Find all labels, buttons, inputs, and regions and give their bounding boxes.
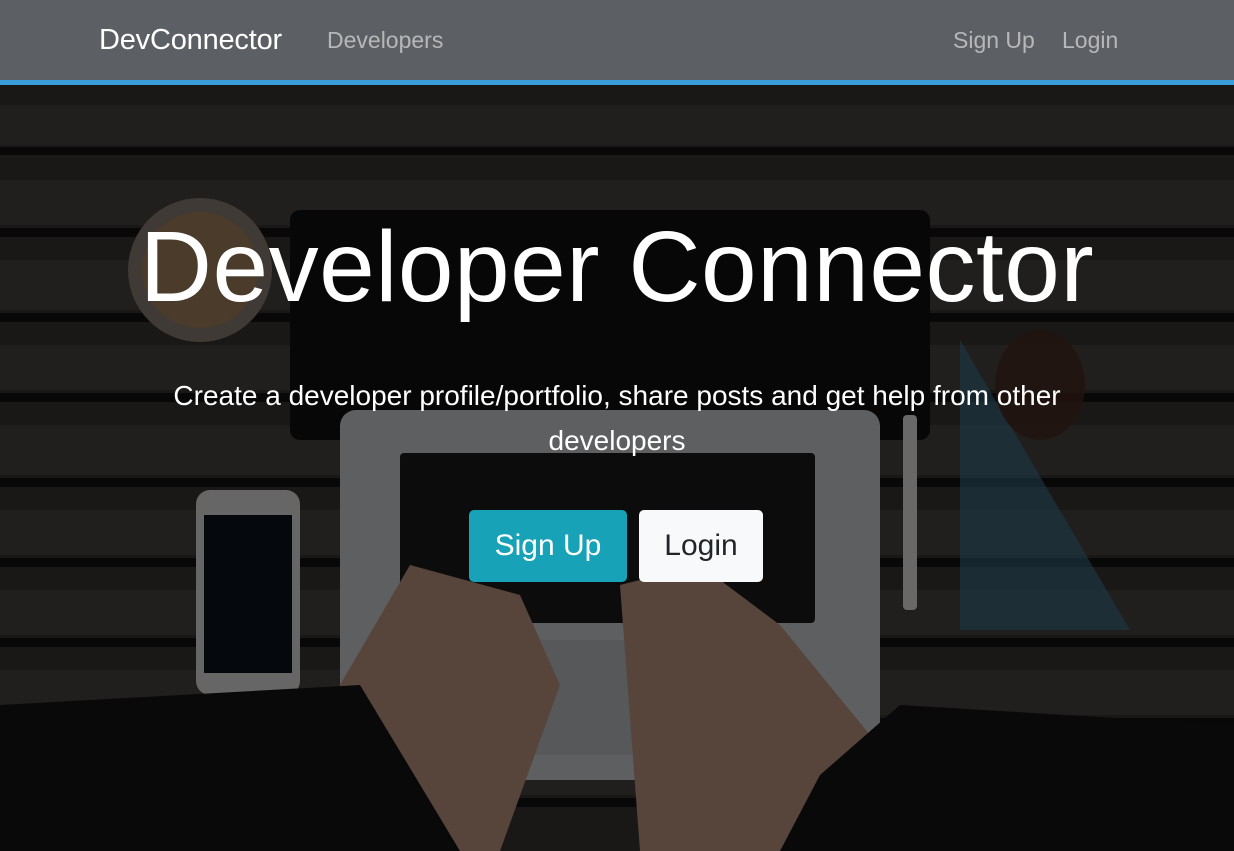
nav-login-link[interactable]: Login [1062, 26, 1118, 54]
signup-button[interactable]: Sign Up [469, 510, 627, 582]
dark-overlay [0, 85, 1234, 851]
nav-developers-link[interactable]: Developers [327, 26, 443, 54]
brand-logo-link[interactable]: DevConnector [99, 22, 282, 58]
login-button[interactable]: Login [639, 510, 763, 582]
hero-lead-text: Create a developer profile/portfolio, sh… [173, 380, 1061, 456]
navbar: DevConnector Developers Sign Up Login [0, 0, 1234, 85]
page-title: Developer Connector [139, 211, 1095, 323]
nav-signup-link[interactable]: Sign Up [953, 26, 1035, 54]
landing-hero: Developer Connector Create a developer p… [0, 85, 1234, 851]
